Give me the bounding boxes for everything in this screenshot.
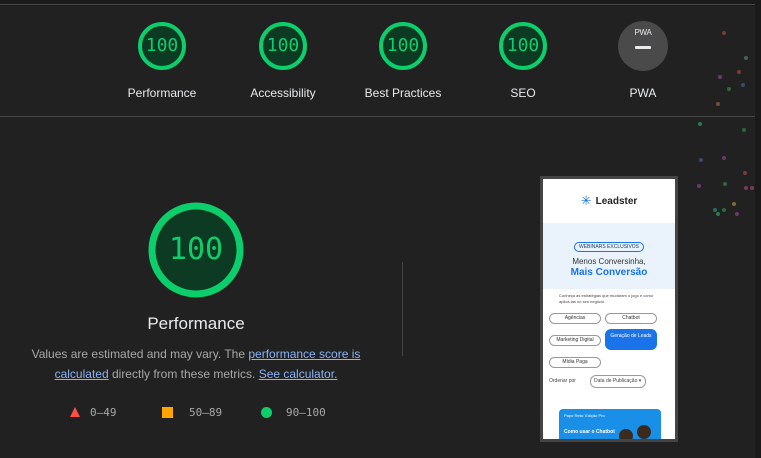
gauge-seo[interactable]: 100 SEO <box>468 21 578 100</box>
gauge-score: 100 <box>506 35 540 56</box>
final-screenshot-thumbnail[interactable]: ✳ Leadster WEBINARS EXCLUSIVOS Menos Con… <box>540 176 678 442</box>
legend-fail-label: 0–49 <box>90 405 117 419</box>
thumb-card-top: Papo Reto: Edição Pro <box>564 413 605 418</box>
category-gauges: 100 Performance 100 Accessibility 100 Be… <box>0 6 755 116</box>
thumb-card-title: Como usar o Chatbot <box>564 429 615 435</box>
thumb-order-label: Ordenar por <box>549 378 576 384</box>
thumb-tag: Mídia Paga <box>549 357 601 368</box>
calculator-link[interactable]: See calculator. <box>259 367 338 381</box>
pwa-badge-text: PWA <box>634 28 652 37</box>
gauge-ring: 100 <box>378 21 428 71</box>
legend-fail: 0–49 <box>70 404 117 420</box>
thumb-pill: WEBINARS EXCLUSIVOS <box>573 242 644 252</box>
thumb-tags: Agências Chatbot Marketing Digital Geraç… <box>543 305 675 371</box>
thumb-avatar <box>637 425 651 439</box>
main-score: 100 <box>168 232 224 267</box>
performance-description: Values are estimated and may vary. The p… <box>26 344 366 384</box>
leadster-logo-icon: ✳ <box>580 193 592 208</box>
gauge-score: 100 <box>145 35 179 56</box>
desc-text: directly from these metrics. <box>108 367 259 381</box>
vertical-separator <box>402 262 403 356</box>
main-performance-gauge: 100 <box>148 202 244 298</box>
page-title: Performance <box>147 314 245 333</box>
thumb-brand: Leadster <box>595 195 638 207</box>
thumb-headline: Menos Conversinha, <box>572 257 646 266</box>
thumb-header: ✳ Leadster <box>543 179 675 223</box>
gauge-ring: 100 <box>498 21 548 71</box>
thumb-card: Papo Reto: Edição Pro Como usar o Chatbo… <box>559 409 661 439</box>
thumb-subtext: Conheça as estratégias que mudaram o jog… <box>559 293 654 304</box>
desc-text: Values are estimated and may vary. The <box>31 347 249 361</box>
section-divider <box>0 116 755 117</box>
pwa-badge-icon: PWA <box>618 21 668 71</box>
gauge-label: Performance <box>127 86 197 100</box>
gauge-pwa[interactable]: PWA PWA <box>588 21 698 100</box>
gauge-ring: 100 <box>258 21 308 71</box>
gauge-accessibility[interactable]: 100 Accessibility <box>228 21 338 100</box>
gauge-label: Accessibility <box>250 86 316 100</box>
legend-pass-label: 90–100 <box>286 405 326 419</box>
thumb-avatar <box>619 429 633 439</box>
thumb-tag-active: Geração de Leads <box>605 329 657 350</box>
thumb-order-select: Data de Publicação ▾ <box>590 375 646 388</box>
right-scrollbar-track[interactable] <box>755 0 761 458</box>
thumb-hero: WEBINARS EXCLUSIVOS Menos Conversinha, M… <box>543 223 675 289</box>
circle-icon <box>261 406 272 418</box>
gauge-score: 100 <box>266 35 300 56</box>
thumb-tag: Marketing Digital <box>549 335 601 346</box>
triangle-icon <box>70 407 80 417</box>
legend-average: 50–89 <box>162 404 222 420</box>
thumb-tag: Agências <box>549 313 601 324</box>
gauge-score: 100 <box>386 35 420 56</box>
legend-pass: 90–100 <box>261 404 326 420</box>
thumb-headline-accent: Mais Conversão <box>570 267 648 278</box>
pwa-dash <box>635 46 651 49</box>
gauge-best-practices[interactable]: 100 Best Practices <box>348 21 458 100</box>
square-icon <box>162 406 173 418</box>
gauge-label: SEO <box>510 86 536 100</box>
gauge-ring: 100 <box>137 21 187 71</box>
legend-average-label: 50–89 <box>189 405 223 419</box>
thumb-order-value: Data de Publicação <box>594 378 638 384</box>
gauge-performance[interactable]: 100 Performance <box>107 21 217 100</box>
gauge-label: Best Practices <box>364 86 442 100</box>
thumb-tag: Chatbot <box>605 313 657 324</box>
gauge-label: PWA <box>629 86 657 100</box>
